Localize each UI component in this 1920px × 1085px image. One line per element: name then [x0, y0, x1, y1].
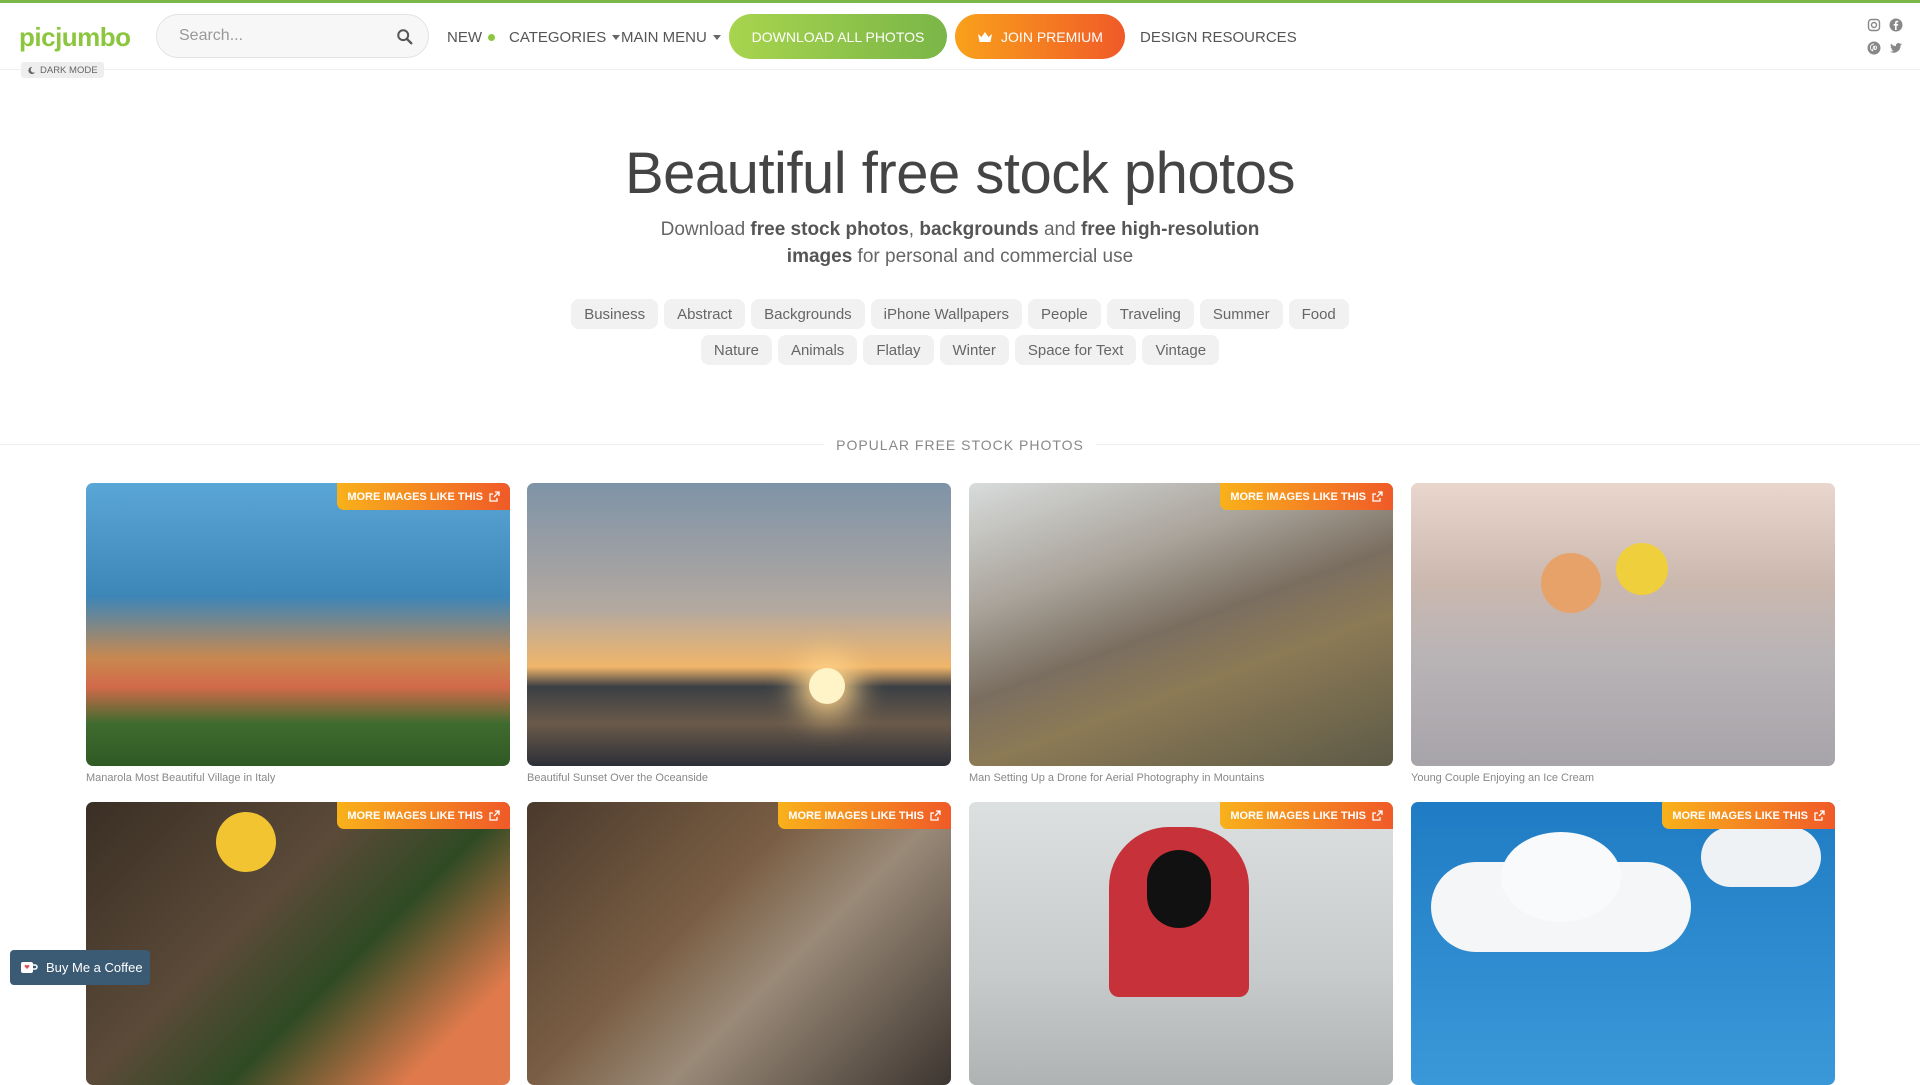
more-images-button[interactable]: MORE IMAGES LIKE THIS [1220, 802, 1393, 829]
cloud [1501, 832, 1621, 922]
cloud [1701, 827, 1821, 887]
hero-subtitle: Download free stock photos, backgrounds … [660, 219, 1260, 267]
search-input[interactable] [179, 27, 379, 45]
photo-card-drone[interactable]: MORE IMAGES LIKE THIS [969, 483, 1393, 766]
tag-nature[interactable]: Nature [700, 335, 772, 365]
ice-cream-scoop [1616, 543, 1668, 595]
tag-summer[interactable]: Summer [1199, 299, 1283, 329]
search-box [156, 14, 429, 58]
external-link-icon [489, 810, 500, 821]
tag-backgrounds[interactable]: Backgrounds [751, 299, 865, 329]
photo-card-food[interactable]: MORE IMAGES LIKE THIS [86, 802, 510, 1085]
category-tags-row-2: Nature Animals Flatlay Winter Space for … [0, 335, 1920, 365]
new-indicator-dot [488, 34, 495, 41]
photo-caption[interactable]: Beautiful Sunset Over the Oceanside [527, 772, 708, 784]
nav-new-label: NEW [447, 29, 482, 46]
buy-me-a-coffee-label: Buy Me a Coffee [46, 960, 143, 975]
download-all-button[interactable]: DOWNLOAD ALL PHOTOS [729, 14, 947, 59]
external-link-icon [930, 810, 941, 821]
nav-design-resources-label: DESIGN RESOURCES [1140, 29, 1297, 46]
tag-space-for-text[interactable]: Space for Text [1014, 335, 1137, 365]
nav-main-menu-label: MAIN MENU [621, 29, 707, 46]
crown-icon [978, 31, 993, 42]
photo-card-sunset[interactable] [527, 483, 951, 766]
tag-food[interactable]: Food [1288, 299, 1349, 329]
photo-card-bread[interactable]: MORE IMAGES LIKE THIS [527, 802, 951, 1085]
sun-glow [809, 668, 845, 704]
more-images-button[interactable]: MORE IMAGES LIKE THIS [778, 802, 951, 829]
external-link-icon [1814, 810, 1825, 821]
tag-people[interactable]: People [1028, 299, 1101, 329]
tag-vintage[interactable]: Vintage [1142, 335, 1220, 365]
hero-title: Beautiful free stock photos [624, 141, 1296, 206]
facebook-icon[interactable] [1889, 18, 1903, 32]
photo-caption[interactable]: Manarola Most Beautiful Village in Italy [86, 772, 275, 784]
nav-categories-label: CATEGORIES [509, 29, 607, 46]
moon-icon [28, 66, 36, 74]
dark-mode-label: DARK MODE [40, 64, 98, 76]
chevron-down-icon [612, 35, 621, 40]
coffee-cup-icon [21, 961, 38, 973]
photo-card-manarola[interactable]: MORE IMAGES LIKE THIS [86, 483, 510, 766]
tag-animals[interactable]: Animals [777, 335, 858, 365]
site-logo[interactable]: picjumbo [19, 22, 131, 53]
external-link-icon [1372, 491, 1383, 502]
nav-categories[interactable]: CATEGORIES [509, 29, 621, 46]
photo-caption[interactable]: Man Setting Up a Drone for Aerial Photog… [969, 772, 1264, 784]
nav-main-menu[interactable]: MAIN MENU [621, 29, 721, 46]
ice-cream-scoop [1541, 553, 1601, 613]
tag-business[interactable]: Business [571, 299, 659, 329]
join-premium-label: JOIN PREMIUM [1001, 28, 1103, 45]
tag-abstract[interactable]: Abstract [664, 299, 746, 329]
lemon [216, 812, 276, 872]
more-images-button[interactable]: MORE IMAGES LIKE THIS [1220, 483, 1393, 510]
nav-new[interactable]: NEW [447, 29, 495, 46]
category-tags-row-1: Business Abstract Backgrounds iPhone Wal… [0, 299, 1920, 329]
search-icon[interactable] [396, 28, 414, 46]
site-header: picjumbo DARK MODE NEW CATEGORIES MAIN M… [0, 3, 1920, 78]
hood-shadow [1147, 850, 1211, 928]
instagram-icon[interactable] [1867, 18, 1881, 32]
join-premium-button[interactable]: JOIN PREMIUM [955, 14, 1125, 59]
photo-card-clouds[interactable]: MORE IMAGES LIKE THIS [1411, 802, 1835, 1085]
more-images-button[interactable]: MORE IMAGES LIKE THIS [1662, 802, 1835, 829]
more-images-button[interactable]: MORE IMAGES LIKE THIS [337, 483, 510, 510]
section-title: POPULAR FREE STOCK PHOTOS [0, 437, 1920, 453]
tag-iphone-wallpapers[interactable]: iPhone Wallpapers [870, 299, 1023, 329]
pinterest-icon[interactable] [1867, 41, 1881, 55]
tag-traveling[interactable]: Traveling [1106, 299, 1194, 329]
external-link-icon [1372, 810, 1383, 821]
twitter-icon[interactable] [1889, 41, 1903, 55]
photo-card-hoodie[interactable]: MORE IMAGES LIKE THIS [969, 802, 1393, 1085]
buy-me-a-coffee-button[interactable]: Buy Me a Coffee [10, 950, 150, 985]
dark-mode-toggle[interactable]: DARK MODE [21, 62, 104, 78]
chevron-down-icon [712, 35, 721, 40]
external-link-icon [489, 491, 500, 502]
tag-winter[interactable]: Winter [939, 335, 1009, 365]
photo-caption[interactable]: Young Couple Enjoying an Ice Cream [1411, 772, 1594, 784]
tag-flatlay[interactable]: Flatlay [863, 335, 934, 365]
more-images-button[interactable]: MORE IMAGES LIKE THIS [337, 802, 510, 829]
nav-design-resources[interactable]: DESIGN RESOURCES [1140, 29, 1297, 46]
photo-card-ice-cream[interactable] [1411, 483, 1835, 766]
